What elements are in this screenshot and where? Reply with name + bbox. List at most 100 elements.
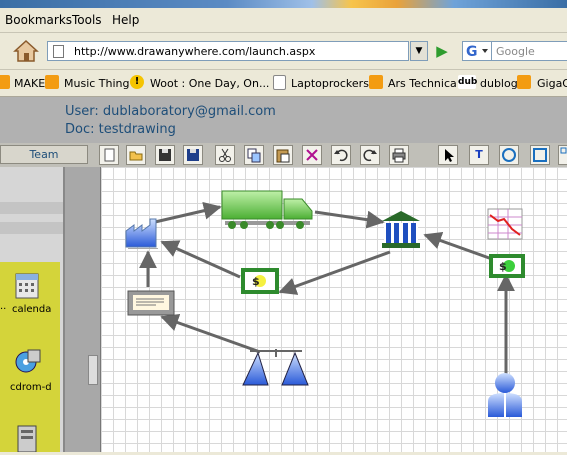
- bookmark-gigaom[interactable]: GigaO: [537, 77, 567, 90]
- bookmark-dublog[interactable]: dublog: [480, 77, 518, 90]
- window-top-strip: [0, 0, 567, 8]
- pointer-icon: [445, 149, 454, 162]
- bank-shape[interactable]: [382, 211, 420, 248]
- palette-item-server[interactable]: [12, 422, 42, 453]
- redo-button[interactable]: [360, 145, 380, 165]
- bookmark-make[interactable]: MAKE: [14, 77, 45, 90]
- palette-label-calendar: calenda: [12, 304, 52, 315]
- save-button[interactable]: [155, 145, 175, 165]
- print-icon: [392, 148, 406, 163]
- palette-label-cdrom: cdrom-d: [10, 382, 52, 393]
- url-dropdown-button[interactable]: ▼: [410, 41, 428, 61]
- search-engine-selector[interactable]: G: [462, 41, 492, 61]
- truck-shape[interactable]: [221, 190, 313, 229]
- address-bar[interactable]: http://www.drawanywhere.com/launch.aspx: [47, 41, 409, 61]
- connector-tool-icon: [560, 147, 567, 154]
- rectangle-tool-button[interactable]: [530, 145, 550, 165]
- person-icon: [488, 373, 522, 417]
- delete-icon: [306, 149, 318, 161]
- paste-icon: [276, 149, 290, 163]
- undo-button[interactable]: [331, 145, 351, 165]
- undo-icon: [334, 149, 348, 162]
- rss-icon: [517, 75, 531, 89]
- connector-tool-button[interactable]: [558, 145, 567, 165]
- panel-divider: [63, 167, 65, 452]
- app-header: User: dublaboratory@gmail.com Doc: testd…: [0, 97, 567, 143]
- pointer-tool-button[interactable]: [438, 145, 458, 165]
- connector-lines: [139, 201, 515, 377]
- doc-label: Doc: testdrawing: [65, 122, 176, 137]
- circle-tool-icon: [502, 148, 516, 162]
- delete-button[interactable]: [302, 145, 322, 165]
- connector-bank-money[interactable]: [278, 250, 391, 295]
- text-tool-icon: T: [475, 148, 483, 161]
- go-button[interactable]: ▶: [432, 42, 452, 60]
- search-input[interactable]: Google: [492, 41, 567, 61]
- url-text[interactable]: http://www.drawanywhere.com/launch.aspx: [74, 45, 315, 58]
- menu-bar: Bookmarks Tools Help: [0, 8, 567, 33]
- save-as-button[interactable]: [183, 145, 203, 165]
- bookmark-ars-technica[interactable]: Ars Technica: [388, 77, 457, 90]
- document-shape[interactable]: [127, 290, 175, 316]
- menu-bookmarks[interactable]: Bookmarks: [5, 13, 72, 27]
- dub-icon: dub: [458, 75, 478, 89]
- copy-button[interactable]: [244, 145, 264, 165]
- paste-button[interactable]: [273, 145, 293, 165]
- open-button[interactable]: [126, 145, 146, 165]
- redo-icon: [363, 149, 377, 162]
- connector-money2-bank[interactable]: [423, 231, 493, 261]
- save-icon: [159, 149, 171, 161]
- rectangle-tool-icon: [533, 148, 547, 162]
- rss-icon: [369, 75, 383, 89]
- circle-tool-button[interactable]: [499, 145, 519, 165]
- money-box-shape[interactable]: $: [241, 268, 279, 294]
- cut-icon: [219, 148, 231, 162]
- factory-shape[interactable]: [125, 218, 158, 249]
- menu-tools[interactable]: Tools: [72, 13, 102, 27]
- bank-icon: [382, 211, 420, 248]
- money-box-icon: $: [241, 268, 279, 294]
- new-button[interactable]: [99, 145, 119, 165]
- factory-icon: [125, 218, 158, 249]
- connector-factory-truck[interactable]: [154, 201, 222, 224]
- bookmarks-toolbar: MAKE Music Thing ! Woot : One Day, On...…: [0, 70, 567, 97]
- splitter-handle[interactable]: [88, 355, 98, 385]
- team-tab[interactable]: Team: [0, 145, 88, 164]
- scale-shape[interactable]: [242, 349, 309, 386]
- exclamation-icon: !: [130, 75, 144, 89]
- calendar-icon: [15, 273, 39, 299]
- bookmark-laptoprockers[interactable]: Laptoprockers: [291, 77, 369, 90]
- connector-truck-bank[interactable]: [314, 210, 385, 229]
- print-button[interactable]: [389, 145, 409, 165]
- svg-text:G: G: [466, 44, 478, 60]
- menu-help[interactable]: Help: [112, 13, 139, 27]
- palette-item-cdrom[interactable]: [14, 348, 41, 376]
- save-as-icon: [187, 149, 199, 161]
- connector-scale-doc[interactable]: [160, 313, 261, 354]
- bookmark-music-thing[interactable]: Music Thing: [64, 77, 130, 90]
- home-button[interactable]: [13, 38, 39, 64]
- person-shape[interactable]: [488, 373, 522, 417]
- truck-icon: [221, 190, 313, 229]
- play-arrow-icon: ▶: [436, 42, 448, 60]
- navigation-bar: http://www.drawanywhere.com/launch.aspx …: [0, 33, 567, 70]
- bookmark-woot[interactable]: Woot : One Day, On...: [150, 77, 269, 90]
- connector-money-factory[interactable]: [160, 240, 241, 279]
- chart-shape[interactable]: [487, 208, 523, 240]
- panel-row: [0, 202, 65, 214]
- document-icon: [127, 290, 175, 316]
- money-box-shape-2[interactable]: $: [489, 254, 525, 278]
- app-toolbar: Team T: [0, 143, 567, 168]
- chart-icon: [487, 208, 523, 240]
- home-icon: [13, 39, 39, 62]
- text-tool-button[interactable]: T: [469, 145, 489, 165]
- side-item-prefix: ··: [0, 304, 7, 315]
- copy-icon: [247, 148, 261, 163]
- shape-palette: ·· calenda cdrom-d: [0, 262, 60, 453]
- open-icon: [129, 151, 143, 161]
- cut-button[interactable]: [215, 145, 235, 165]
- cdrom-icon: [15, 349, 41, 373]
- money-box-icon: $: [489, 254, 525, 278]
- palette-item-calendar[interactable]: [14, 272, 40, 300]
- page-icon: [273, 75, 286, 90]
